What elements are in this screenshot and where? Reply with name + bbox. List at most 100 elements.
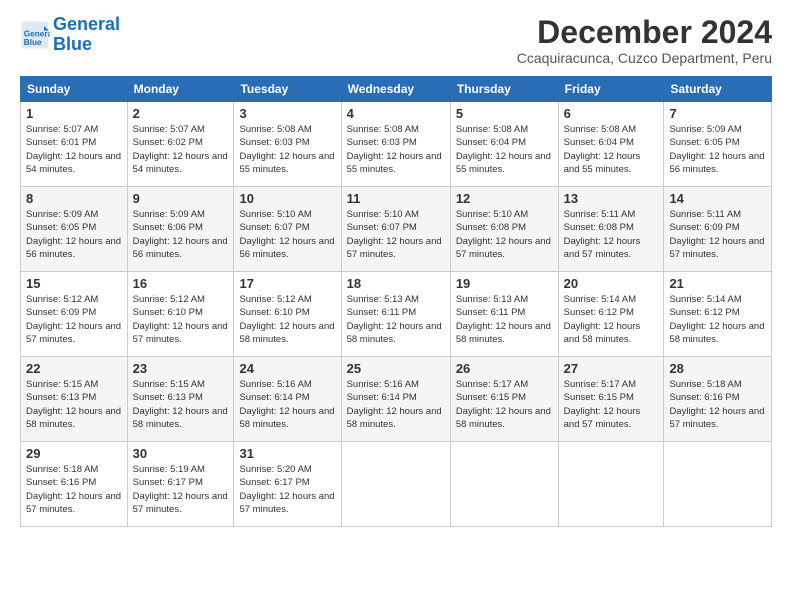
day-number: 19: [456, 276, 553, 291]
calendar-cell: 11 Sunrise: 5:10 AMSunset: 6:07 PMDaylig…: [341, 187, 450, 272]
day-number: 16: [133, 276, 229, 291]
day-info: Sunrise: 5:10 AMSunset: 6:08 PMDaylight:…: [456, 209, 551, 260]
day-number: 18: [347, 276, 445, 291]
day-info: Sunrise: 5:09 AMSunset: 6:05 PMDaylight:…: [26, 209, 121, 260]
day-number: 2: [133, 106, 229, 121]
day-info: Sunrise: 5:14 AMSunset: 6:12 PMDaylight:…: [564, 294, 641, 345]
calendar-cell: 3 Sunrise: 5:08 AMSunset: 6:03 PMDayligh…: [234, 102, 341, 187]
calendar-cell: 29 Sunrise: 5:18 AMSunset: 6:16 PMDaylig…: [21, 442, 128, 527]
calendar-cell: 17 Sunrise: 5:12 AMSunset: 6:10 PMDaylig…: [234, 272, 341, 357]
calendar-cell: 28 Sunrise: 5:18 AMSunset: 6:16 PMDaylig…: [664, 357, 772, 442]
calendar-cell: 9 Sunrise: 5:09 AMSunset: 6:06 PMDayligh…: [127, 187, 234, 272]
day-number: 26: [456, 361, 553, 376]
day-info: Sunrise: 5:20 AMSunset: 6:17 PMDaylight:…: [239, 464, 334, 515]
day-info: Sunrise: 5:17 AMSunset: 6:15 PMDaylight:…: [564, 379, 641, 430]
calendar-header-row: SundayMondayTuesdayWednesdayThursdayFrid…: [21, 77, 772, 102]
calendar-cell: 15 Sunrise: 5:12 AMSunset: 6:09 PMDaylig…: [21, 272, 128, 357]
day-info: Sunrise: 5:18 AMSunset: 6:16 PMDaylight:…: [669, 379, 764, 430]
calendar-cell: 2 Sunrise: 5:07 AMSunset: 6:02 PMDayligh…: [127, 102, 234, 187]
header: General Blue GeneralBlue December 2024 C…: [20, 15, 772, 66]
day-info: Sunrise: 5:08 AMSunset: 6:03 PMDaylight:…: [347, 124, 442, 175]
day-info: Sunrise: 5:12 AMSunset: 6:10 PMDaylight:…: [239, 294, 334, 345]
calendar-cell: 10 Sunrise: 5:10 AMSunset: 6:07 PMDaylig…: [234, 187, 341, 272]
day-info: Sunrise: 5:11 AMSunset: 6:08 PMDaylight:…: [564, 209, 641, 260]
day-number: 1: [26, 106, 122, 121]
calendar-cell: [558, 442, 664, 527]
day-number: 24: [239, 361, 335, 376]
calendar-cell: 25 Sunrise: 5:16 AMSunset: 6:14 PMDaylig…: [341, 357, 450, 442]
day-number: 22: [26, 361, 122, 376]
page: General Blue GeneralBlue December 2024 C…: [0, 0, 792, 537]
day-info: Sunrise: 5:13 AMSunset: 6:11 PMDaylight:…: [347, 294, 442, 345]
month-title: December 2024: [517, 15, 772, 50]
calendar-cell: 13 Sunrise: 5:11 AMSunset: 6:08 PMDaylig…: [558, 187, 664, 272]
day-number: 6: [564, 106, 659, 121]
logo-icon: General Blue: [20, 20, 50, 50]
day-number: 9: [133, 191, 229, 206]
calendar-week-3: 15 Sunrise: 5:12 AMSunset: 6:09 PMDaylig…: [21, 272, 772, 357]
calendar-cell: 20 Sunrise: 5:14 AMSunset: 6:12 PMDaylig…: [558, 272, 664, 357]
day-info: Sunrise: 5:10 AMSunset: 6:07 PMDaylight:…: [239, 209, 334, 260]
calendar-cell: 4 Sunrise: 5:08 AMSunset: 6:03 PMDayligh…: [341, 102, 450, 187]
day-info: Sunrise: 5:12 AMSunset: 6:09 PMDaylight:…: [26, 294, 121, 345]
day-info: Sunrise: 5:15 AMSunset: 6:13 PMDaylight:…: [133, 379, 228, 430]
location: Ccaquiracunca, Cuzco Department, Peru: [517, 50, 772, 66]
day-info: Sunrise: 5:19 AMSunset: 6:17 PMDaylight:…: [133, 464, 228, 515]
svg-text:Blue: Blue: [24, 38, 42, 47]
day-info: Sunrise: 5:16 AMSunset: 6:14 PMDaylight:…: [347, 379, 442, 430]
calendar-cell: 8 Sunrise: 5:09 AMSunset: 6:05 PMDayligh…: [21, 187, 128, 272]
day-number: 4: [347, 106, 445, 121]
calendar-header-thursday: Thursday: [450, 77, 558, 102]
day-number: 25: [347, 361, 445, 376]
day-info: Sunrise: 5:16 AMSunset: 6:14 PMDaylight:…: [239, 379, 334, 430]
day-number: 11: [347, 191, 445, 206]
day-number: 12: [456, 191, 553, 206]
calendar-cell: [664, 442, 772, 527]
day-number: 23: [133, 361, 229, 376]
calendar-header-saturday: Saturday: [664, 77, 772, 102]
day-info: Sunrise: 5:17 AMSunset: 6:15 PMDaylight:…: [456, 379, 551, 430]
day-info: Sunrise: 5:11 AMSunset: 6:09 PMDaylight:…: [669, 209, 764, 260]
calendar-cell: [450, 442, 558, 527]
calendar-cell: 14 Sunrise: 5:11 AMSunset: 6:09 PMDaylig…: [664, 187, 772, 272]
day-info: Sunrise: 5:09 AMSunset: 6:06 PMDaylight:…: [133, 209, 228, 260]
day-info: Sunrise: 5:09 AMSunset: 6:05 PMDaylight:…: [669, 124, 764, 175]
calendar-cell: 27 Sunrise: 5:17 AMSunset: 6:15 PMDaylig…: [558, 357, 664, 442]
calendar-cell: 7 Sunrise: 5:09 AMSunset: 6:05 PMDayligh…: [664, 102, 772, 187]
calendar-week-5: 29 Sunrise: 5:18 AMSunset: 6:16 PMDaylig…: [21, 442, 772, 527]
day-info: Sunrise: 5:08 AMSunset: 6:04 PMDaylight:…: [456, 124, 551, 175]
day-number: 21: [669, 276, 766, 291]
calendar-cell: [341, 442, 450, 527]
calendar-header-tuesday: Tuesday: [234, 77, 341, 102]
logo-text: GeneralBlue: [53, 15, 120, 55]
day-info: Sunrise: 5:15 AMSunset: 6:13 PMDaylight:…: [26, 379, 121, 430]
calendar-header-wednesday: Wednesday: [341, 77, 450, 102]
day-number: 8: [26, 191, 122, 206]
calendar-header-friday: Friday: [558, 77, 664, 102]
calendar-cell: 16 Sunrise: 5:12 AMSunset: 6:10 PMDaylig…: [127, 272, 234, 357]
calendar-header-monday: Monday: [127, 77, 234, 102]
day-info: Sunrise: 5:12 AMSunset: 6:10 PMDaylight:…: [133, 294, 228, 345]
day-number: 29: [26, 446, 122, 461]
day-number: 13: [564, 191, 659, 206]
day-number: 30: [133, 446, 229, 461]
calendar-cell: 5 Sunrise: 5:08 AMSunset: 6:04 PMDayligh…: [450, 102, 558, 187]
day-number: 27: [564, 361, 659, 376]
calendar-cell: 30 Sunrise: 5:19 AMSunset: 6:17 PMDaylig…: [127, 442, 234, 527]
calendar-header-sunday: Sunday: [21, 77, 128, 102]
calendar-cell: 18 Sunrise: 5:13 AMSunset: 6:11 PMDaylig…: [341, 272, 450, 357]
day-number: 17: [239, 276, 335, 291]
calendar-week-1: 1 Sunrise: 5:07 AMSunset: 6:01 PMDayligh…: [21, 102, 772, 187]
calendar-week-2: 8 Sunrise: 5:09 AMSunset: 6:05 PMDayligh…: [21, 187, 772, 272]
calendar-table: SundayMondayTuesdayWednesdayThursdayFrid…: [20, 76, 772, 527]
calendar-cell: 26 Sunrise: 5:17 AMSunset: 6:15 PMDaylig…: [450, 357, 558, 442]
day-number: 10: [239, 191, 335, 206]
calendar-cell: 1 Sunrise: 5:07 AMSunset: 6:01 PMDayligh…: [21, 102, 128, 187]
day-number: 20: [564, 276, 659, 291]
calendar-cell: 12 Sunrise: 5:10 AMSunset: 6:08 PMDaylig…: [450, 187, 558, 272]
day-info: Sunrise: 5:10 AMSunset: 6:07 PMDaylight:…: [347, 209, 442, 260]
day-number: 5: [456, 106, 553, 121]
calendar-cell: 23 Sunrise: 5:15 AMSunset: 6:13 PMDaylig…: [127, 357, 234, 442]
day-info: Sunrise: 5:18 AMSunset: 6:16 PMDaylight:…: [26, 464, 121, 515]
day-info: Sunrise: 5:07 AMSunset: 6:01 PMDaylight:…: [26, 124, 121, 175]
